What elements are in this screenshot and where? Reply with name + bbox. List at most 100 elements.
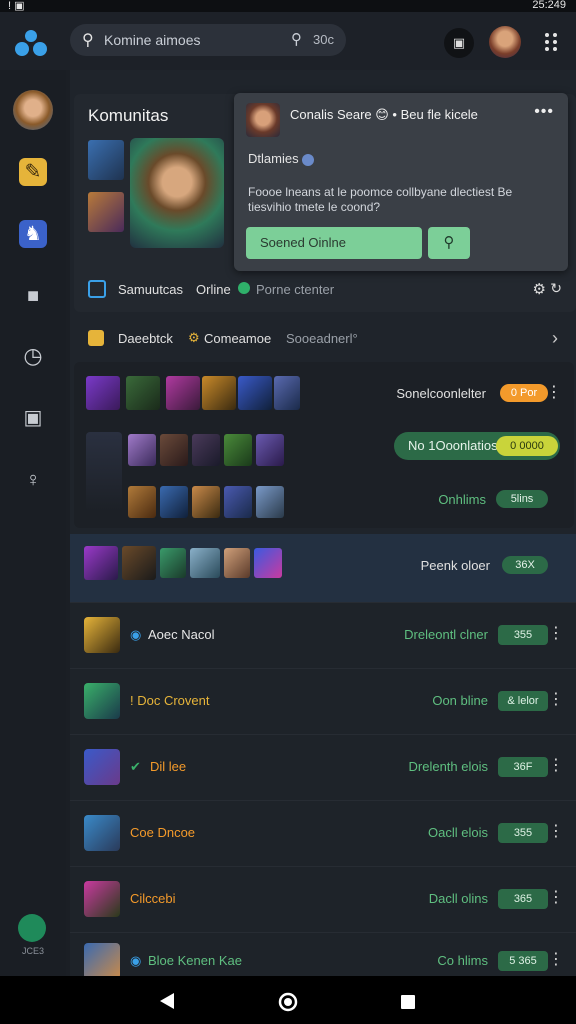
list-item-badge[interactable]: 5 365: [498, 951, 548, 971]
game-thumb[interactable]: [84, 546, 118, 580]
search-badge: 30c: [313, 32, 334, 47]
list-item[interactable]: ◉ Bloe Kenen Kae Co hlims 5 365 ⋮: [70, 932, 576, 977]
sidebar-item-store-icon[interactable]: ■: [19, 282, 47, 310]
section-label-2: Comeamoe: [204, 331, 272, 346]
game-thumb[interactable]: [128, 486, 156, 518]
community-hero-image[interactable]: [130, 138, 224, 248]
list-item-name: Aoec Nacol: [148, 627, 215, 642]
system-nav-bar: [0, 976, 576, 1024]
recents-icon[interactable]: [400, 994, 416, 1010]
home-icon[interactable]: [278, 992, 298, 1012]
list-item-badge[interactable]: 365: [498, 889, 548, 909]
list-item-name: Cilccebi: [130, 891, 176, 906]
highlight-badge[interactable]: 36X: [502, 556, 548, 574]
more-icon[interactable]: ⋮: [548, 887, 564, 907]
game-thumb[interactable]: [192, 486, 220, 518]
popup-primary-button[interactable]: Soened Oinlne: [246, 227, 422, 259]
community-thumb[interactable]: [88, 140, 124, 180]
group-row-badge[interactable]: 5lins: [496, 490, 548, 508]
game-thumb[interactable]: [160, 434, 188, 466]
list-item-badge[interactable]: & lelor: [498, 691, 548, 711]
search-submit-icon[interactable]: ⚲: [291, 30, 302, 48]
camera-button[interactable]: ▣: [444, 28, 474, 58]
game-thumb[interactable]: [202, 376, 236, 410]
game-thumb[interactable]: [192, 434, 220, 466]
list-item-name: ! Doc Crovent: [130, 693, 210, 708]
popup-name: Conalis Seare 😊 • Beu fle kicele: [290, 107, 478, 122]
game-thumb[interactable]: [122, 546, 156, 580]
list-item-badge[interactable]: 355: [498, 823, 548, 843]
sidebar-avatar[interactable]: [13, 90, 53, 130]
folder-icon: [88, 330, 104, 346]
list-item[interactable]: ✔ Dil lee Drelenth elois 36F ⋮: [70, 734, 576, 801]
thumb-row: [86, 376, 300, 416]
game-thumb[interactable]: [86, 376, 120, 410]
more-icon[interactable]: ⋮: [548, 949, 564, 969]
list-item-icon: ◉: [130, 627, 142, 642]
popup-search-button[interactable]: ⚲: [428, 227, 470, 259]
list-item-status: Drelenth elois: [408, 759, 489, 774]
list-item-badge[interactable]: 355: [498, 625, 548, 645]
sidebar-item-history-icon[interactable]: ◷: [19, 342, 47, 370]
gear-icon: ⚙: [188, 330, 200, 345]
search-input[interactable]: Komine aimoes: [104, 32, 201, 48]
list-item-icon: ✔: [130, 759, 141, 774]
list-item-icon: ◉: [130, 953, 142, 968]
game-thumb[interactable]: [160, 486, 188, 518]
game-thumb[interactable]: [256, 434, 284, 466]
section-header[interactable]: Daeebtck ⚙ Comeamoe Sooeadnerl° ›: [70, 318, 576, 358]
game-thumb[interactable]: [126, 376, 160, 410]
list-item[interactable]: ◉ Aoec Nacol Dreleontl clner 355 ⋮: [70, 602, 576, 669]
game-thumb[interactable]: [256, 486, 284, 518]
refresh-icon[interactable]: ↻: [550, 280, 562, 297]
sidebar: ✎ ♞ ■ ◷ ▣ ♀ JCE3: [0, 70, 66, 976]
more-icon[interactable]: ⋮: [546, 382, 562, 402]
highlight-row[interactable]: Peenk oloer 36X: [70, 534, 576, 602]
sidebar-item-media-icon[interactable]: ▣: [19, 404, 47, 432]
game-thumb[interactable]: [166, 376, 200, 410]
group-row-pill[interactable]: No 1Ooonlatios 0 0000: [394, 432, 560, 460]
more-icon[interactable]: ⋮: [548, 755, 564, 775]
more-menu-icon[interactable]: [544, 32, 558, 52]
more-icon[interactable]: ⋮: [548, 821, 564, 841]
back-icon[interactable]: [158, 992, 176, 1010]
status-icons-left: ! ▣: [8, 0, 25, 12]
list-item-badge[interactable]: 36F: [498, 757, 548, 777]
group-row-badge[interactable]: 0 Por: [500, 384, 548, 402]
game-thumb[interactable]: [160, 548, 186, 578]
game-thumb[interactable]: [128, 434, 156, 466]
game-thumb[interactable]: [224, 548, 250, 578]
sidebar-status-icon[interactable]: [18, 914, 46, 942]
list-item[interactable]: Cilccebi Dacll olins 365 ⋮: [70, 866, 576, 933]
more-icon[interactable]: ⋮: [548, 689, 564, 709]
popup-subtitle: Dtlamies: [248, 151, 315, 166]
popup-more-icon[interactable]: •••: [534, 103, 554, 121]
list-item-thumb: [84, 617, 120, 653]
chevron-right-icon[interactable]: ›: [552, 328, 558, 349]
game-thumb[interactable]: [190, 548, 220, 578]
popup-description: Foooe lneans at le poomce collbyane dlec…: [248, 185, 513, 214]
list-item-thumb: [84, 749, 120, 785]
app-logo-icon[interactable]: [14, 28, 48, 58]
community-thumb[interactable]: [88, 192, 124, 232]
online-label: Orline: [196, 282, 231, 297]
game-thumb[interactable]: [254, 548, 282, 578]
list-item[interactable]: ! Doc Crovent Oon bline & lelor ⋮: [70, 668, 576, 735]
list-item-thumb: [84, 815, 120, 851]
more-icon[interactable]: ⋮: [548, 623, 564, 643]
group-row-status: Sonelcoonlelter: [396, 386, 486, 401]
character-figure[interactable]: [86, 432, 122, 512]
sidebar-item-chat-icon[interactable]: ✎: [19, 158, 47, 186]
game-thumb[interactable]: [224, 486, 252, 518]
list-item[interactable]: Coe Dncoe Oacll elois 355 ⋮: [70, 800, 576, 867]
game-thumb[interactable]: [224, 434, 252, 466]
game-thumb[interactable]: [238, 376, 272, 410]
sidebar-item-game-icon[interactable]: ♞: [19, 220, 47, 248]
group-row-status: No 1Ooonlatios: [408, 438, 498, 453]
user-avatar[interactable]: [489, 26, 521, 58]
group-section: Sonelcoonlelter 0 Por ⋮ No 1Ooonlatios 0…: [74, 362, 574, 528]
search-bar[interactable]: ⚲ Komine aimoes ⚲ 30c: [70, 24, 346, 56]
sidebar-item-friends-icon[interactable]: ♀: [19, 466, 47, 494]
game-thumb[interactable]: [274, 376, 300, 410]
settings-icon[interactable]: ⚙: [533, 280, 546, 298]
